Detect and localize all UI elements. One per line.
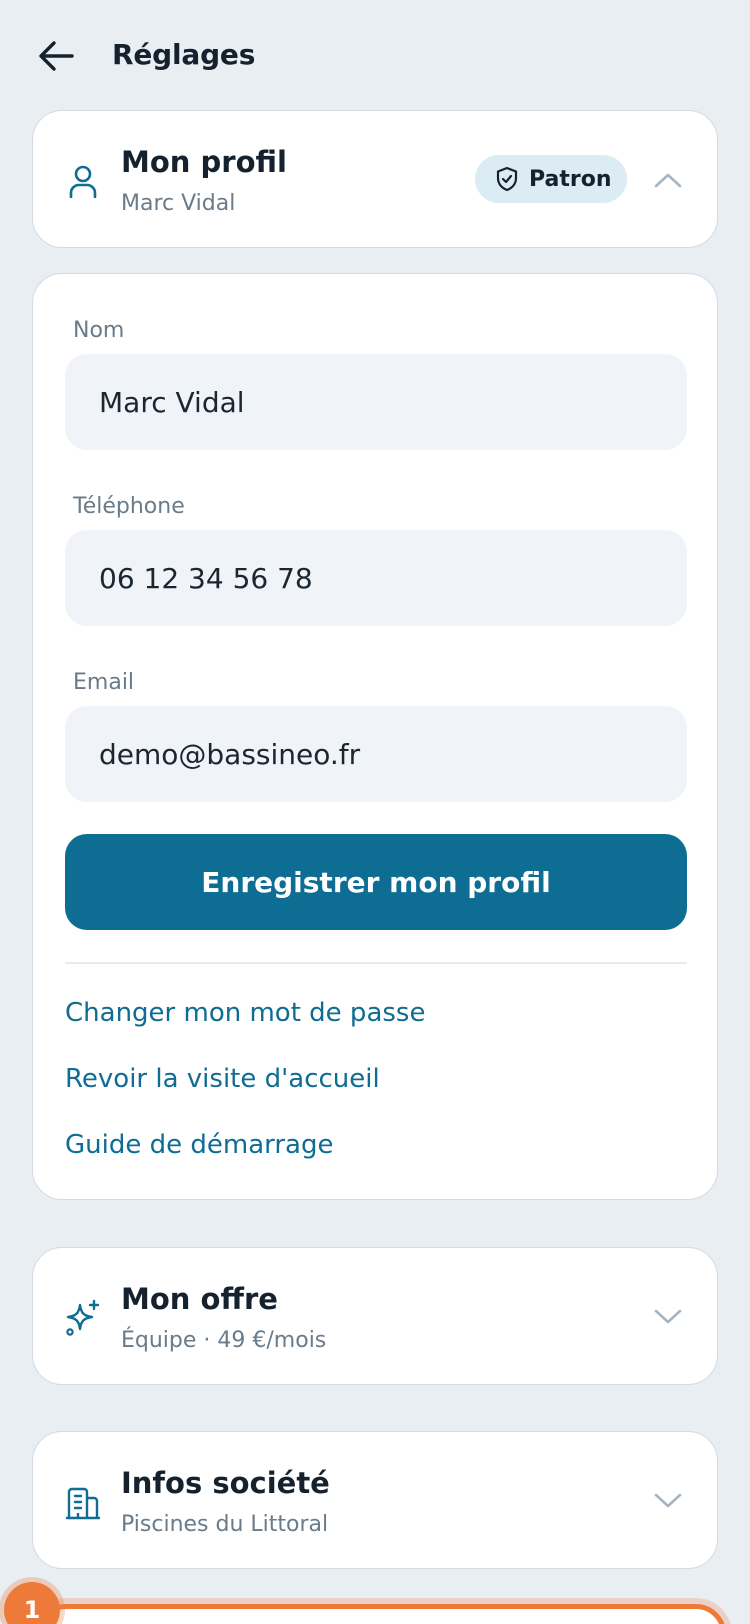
role-badge: Patron <box>475 155 627 203</box>
offer-title: Mon offre <box>121 1282 278 1316</box>
company-section-header[interactable]: Infos société Piscines du Littoral <box>32 1431 718 1569</box>
email-label: Email <box>73 670 135 695</box>
offer-subtitle: Équipe · 49 €/mois <box>121 1328 327 1353</box>
onboarding-step-badge: 1 <box>4 1582 60 1624</box>
profile-title: Mon profil <box>121 145 287 179</box>
email-field[interactable]: demo@bassineo.fr <box>65 706 687 802</box>
phone-label: Téléphone <box>73 494 185 519</box>
name-label: Nom <box>73 318 125 343</box>
name-field[interactable]: Marc Vidal <box>65 354 687 450</box>
building-icon <box>63 1482 103 1522</box>
role-badge-label: Patron <box>529 166 612 192</box>
profile-subtitle: Marc Vidal <box>121 191 236 216</box>
phone-field[interactable]: 06 12 34 56 78 <box>65 530 687 626</box>
shield-check-icon <box>496 166 518 192</box>
getting-started-guide-link[interactable]: Guide de démarrage <box>65 1130 334 1160</box>
chevron-up-icon[interactable] <box>653 165 683 195</box>
profile-section-header[interactable]: Mon profil Marc Vidal Patron <box>32 110 718 248</box>
company-title: Infos société <box>121 1466 330 1500</box>
arrow-left-icon <box>39 41 74 71</box>
page-title: Réglages <box>112 38 256 71</box>
chevron-down-icon[interactable] <box>653 1302 683 1332</box>
top-bar: Réglages <box>0 0 750 112</box>
sparkles-icon <box>63 1298 103 1338</box>
offer-section-header[interactable]: Mon offre Équipe · 49 €/mois <box>32 1247 718 1385</box>
change-password-link[interactable]: Changer mon mot de passe <box>65 998 425 1028</box>
profile-form-card: Nom Marc Vidal Téléphone 06 12 34 56 78 … <box>32 273 718 1200</box>
divider <box>65 962 687 964</box>
save-profile-button[interactable]: Enregistrer mon profil <box>65 834 687 930</box>
user-icon <box>63 161 103 201</box>
back-button[interactable] <box>34 36 78 76</box>
company-subtitle: Piscines du Littoral <box>121 1512 329 1537</box>
chevron-down-icon[interactable] <box>653 1486 683 1516</box>
highlighted-section-card[interactable] <box>36 1604 726 1624</box>
welcome-tour-link[interactable]: Revoir la visite d'accueil <box>65 1064 380 1094</box>
